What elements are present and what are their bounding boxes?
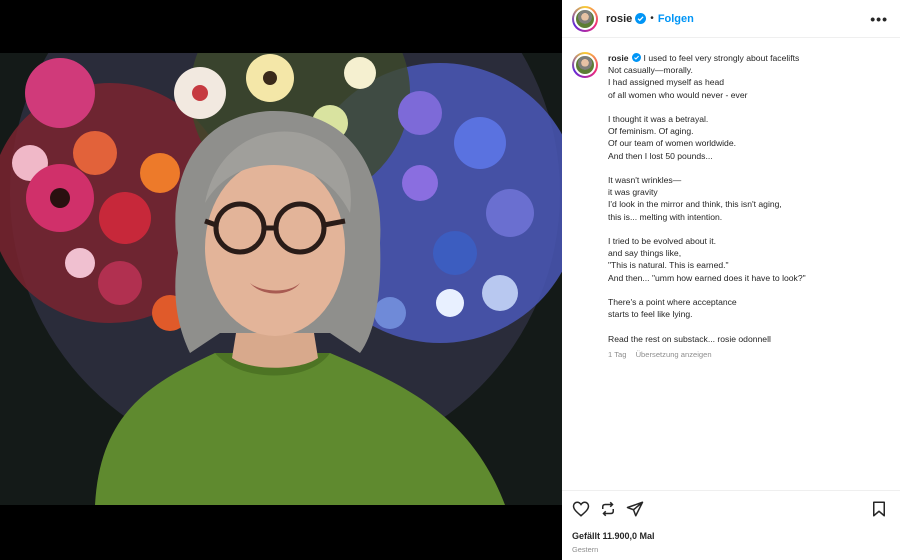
caption-text-line: There's a point where acceptance bbox=[608, 297, 737, 307]
header-separator: • bbox=[650, 13, 654, 24]
caption-text-line: And then... "umm how earned does it have… bbox=[608, 272, 806, 283]
more-options-icon[interactable]: ••• bbox=[870, 11, 888, 27]
caption-text-line: starts to feel like lying. bbox=[608, 309, 693, 320]
caption-text-line: I used to feel very strongly about facel… bbox=[643, 53, 800, 63]
avatar[interactable] bbox=[572, 5, 598, 32]
caption-username[interactable]: rosie bbox=[608, 53, 629, 63]
post-media-area bbox=[0, 0, 562, 560]
caption-text-line: It wasn't wrinkles— bbox=[608, 175, 682, 185]
caption-text-line: And then I lost 50 pounds... bbox=[608, 150, 713, 161]
portrait-illustration bbox=[0, 53, 562, 505]
caption-text-line: Of our team of women worldwide. bbox=[608, 138, 737, 149]
caption-text-line: of all women who would never - ever bbox=[608, 89, 748, 100]
likes-count[interactable]: Gefällt 11.900,0 Mal bbox=[572, 531, 888, 541]
caption-text-line: Of feminism. Of aging. bbox=[608, 126, 694, 137]
caption-text-line: Not casually—morally. bbox=[608, 65, 693, 76]
caption-avatar[interactable] bbox=[572, 52, 598, 78]
post-age[interactable]: 1 Tag bbox=[608, 350, 626, 359]
translate-link[interactable]: Übersetzung anzeigen bbox=[636, 350, 712, 359]
username-link[interactable]: rosie bbox=[606, 13, 632, 25]
caption-text-line: "This is natural. This is earned." bbox=[608, 260, 729, 271]
caption: rosie I used to feel very strongly about … bbox=[572, 52, 888, 361]
post-footer: Gefällt 11.900,0 Mal Gestern bbox=[562, 490, 900, 560]
caption-text-line: Read the rest on substack... rosie odonn… bbox=[608, 333, 771, 344]
verified-badge-icon bbox=[635, 13, 647, 24]
caption-text-line: I tried to be evolved about it. bbox=[608, 236, 716, 246]
caption-text-line: and say things like, bbox=[608, 248, 682, 259]
caption-text-line: this is... melting with intention. bbox=[608, 211, 723, 222]
heart-icon[interactable] bbox=[572, 500, 590, 518]
follow-button[interactable]: Folgen bbox=[658, 13, 694, 25]
action-bar bbox=[572, 499, 888, 519]
paper-plane-icon[interactable] bbox=[626, 500, 644, 518]
caption-text-line: I'd look in the mirror and think, this i… bbox=[608, 199, 782, 210]
caption-text-line: it was gravity bbox=[608, 187, 658, 198]
caption-body: rosie I used to feel very strongly about … bbox=[608, 52, 806, 361]
post-photo[interactable] bbox=[0, 53, 562, 505]
caption-meta: 1 Tag Übersetzung anzeigen bbox=[608, 349, 806, 361]
bookmark-icon[interactable] bbox=[870, 500, 888, 518]
post-date: Gestern bbox=[572, 545, 599, 554]
comments-section: rosie I used to feel very strongly about … bbox=[562, 38, 900, 490]
post-side-panel: rosie • Folgen ••• rosie I used to feel v… bbox=[562, 0, 900, 560]
caption-first-line: rosie I used to feel very strongly about … bbox=[608, 52, 806, 64]
repost-icon[interactable] bbox=[599, 500, 617, 518]
caption-text-line: I thought it was a betrayal. bbox=[608, 114, 709, 124]
caption-text-line: I had assigned myself as head bbox=[608, 77, 725, 88]
post-header: rosie • Folgen ••• bbox=[562, 0, 900, 38]
verified-badge-icon bbox=[631, 53, 641, 62]
